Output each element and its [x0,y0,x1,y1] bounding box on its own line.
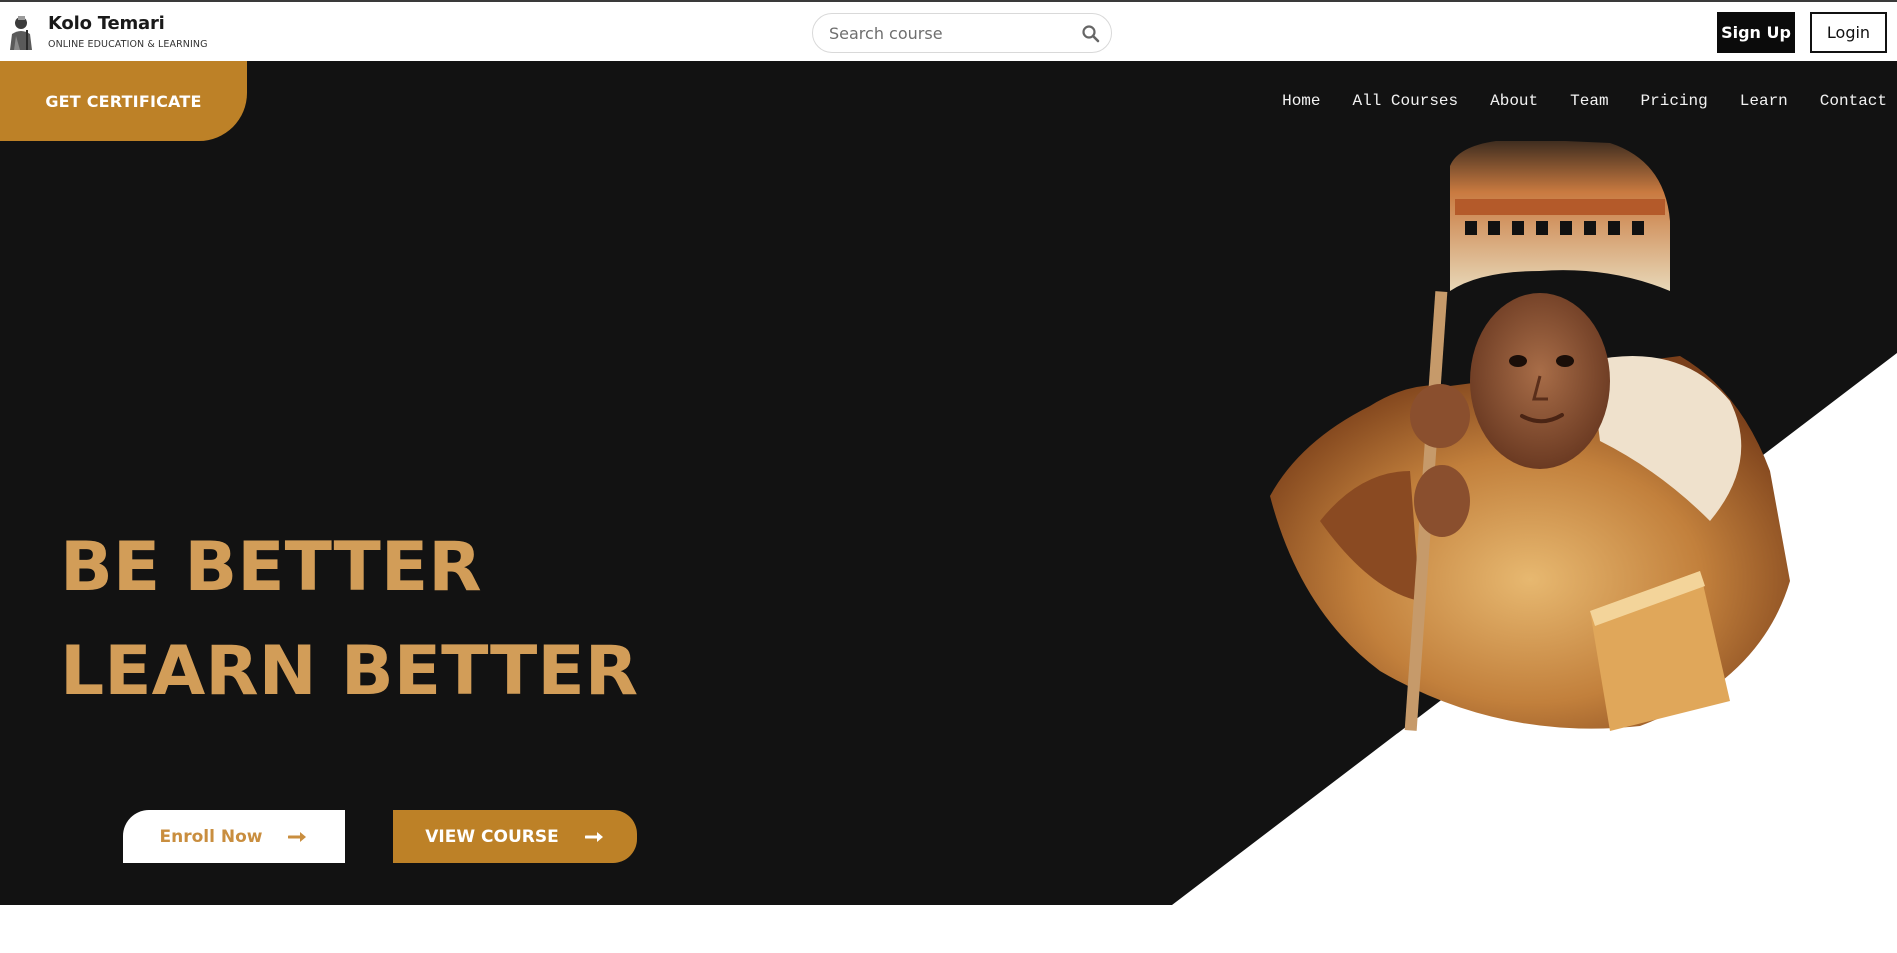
arrow-right-icon [584,831,603,842]
search-icon[interactable] [1081,24,1101,44]
enroll-now-label: Enroll Now [159,826,263,847]
nav-item-all-courses[interactable]: All Courses [1353,92,1459,110]
view-course-button[interactable]: VIEW COURSE [393,810,637,863]
search-input[interactable] [829,23,1059,43]
site-header: Kolo Temari ONLINE EDUCATION & LEARNING … [0,2,1897,61]
get-certificate-button[interactable]: GET CERTIFICATE [0,61,247,141]
view-course-label: VIEW COURSE [425,826,559,847]
nav-item-pricing[interactable]: Pricing [1641,92,1708,110]
brand-name: Kolo Temari [48,13,165,34]
headline-line-2: LEARN BETTER [60,632,639,711]
hero-headline: BE BETTER LEARN BETTER [60,516,638,724]
sign-up-button[interactable]: Sign Up [1717,12,1795,53]
nav-item-learn[interactable]: Learn [1740,92,1788,110]
brand-tagline: ONLINE EDUCATION & LEARNING [48,39,208,50]
search-bar [812,13,1112,53]
login-button[interactable]: Login [1810,12,1887,53]
hero-section: GET CERTIFICATE Home All Courses About T… [0,61,1897,905]
person-avatar-icon [6,14,36,50]
headline-line-1: BE BETTER [60,528,482,607]
brand-text: Kolo Temari ONLINE EDUCATION & LEARNING [48,13,208,51]
brand-logo[interactable]: Kolo Temari ONLINE EDUCATION & LEARNING [6,14,208,50]
student-portrait-image [1270,141,1790,731]
nav-item-home[interactable]: Home [1282,92,1320,110]
nav-item-contact[interactable]: Contact [1820,92,1887,110]
main-nav: Home All Courses About Team Pricing Lear… [1250,61,1887,141]
nav-item-team[interactable]: Team [1570,92,1608,110]
arrow-right-icon [288,831,307,842]
enroll-now-button[interactable]: Enroll Now [123,810,345,863]
nav-item-about[interactable]: About [1490,92,1538,110]
